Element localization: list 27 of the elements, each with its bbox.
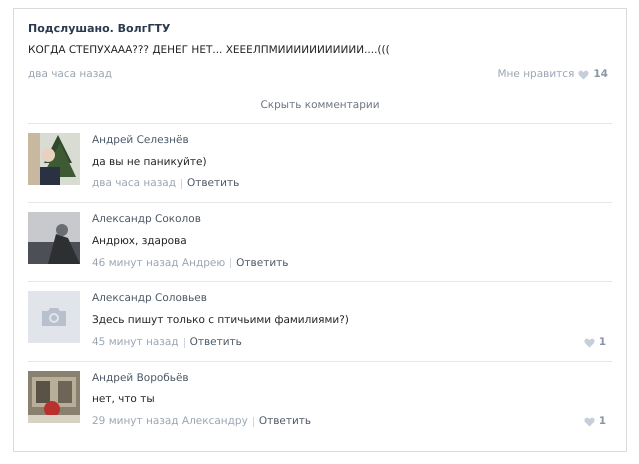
comment-time: два часа назад [92,176,176,192]
comment-text: нет, что ты [92,392,156,408]
post-author[interactable]: Подслушано. ВолгГТУ [28,21,612,38]
commenter-name[interactable]: Александр Соловьев [92,291,606,307]
commenter-name[interactable]: Андрей Селезнёв [92,132,606,148]
commenter-name[interactable]: Андрей Воробьёв [92,370,606,386]
post-time: два часа назад [28,67,112,82]
comment-time: 46 минут назад Андрею [92,256,226,270]
reply-link[interactable]: Ответить [258,414,312,430]
post-text: КОГДА СТЕПУХААА??? ДЕНЕГ НЕТ... ХЕЕЕЛПМИИИИИИИИИИИ....((( [28,42,391,58]
camera-icon [40,306,68,328]
comment-text: Андрюх, здарова [92,234,188,249]
heart-icon [578,70,590,80]
reply-link[interactable]: Ответить [236,256,288,272]
hide-comments-link[interactable]: Скрыть комментарии [260,98,380,114]
like-count: 1 [598,334,606,350]
reply-link[interactable]: Ответить [186,176,240,192]
comment-time: 45 минут назад [92,334,179,350]
comment-text: да вы не паникуйте) [92,154,208,170]
commenter-name[interactable]: Александр Соколов [92,212,606,228]
heart-icon [584,416,595,427]
like-count: 1 [598,414,606,429]
reply-link[interactable]: Ответить [190,334,242,350]
heart-icon [584,338,595,348]
comment-text: Здесь пишут только с птичьими фамилиями?) [92,313,350,328]
like-count: 14 [593,67,608,82]
comment-time: 29 минут назад Александру [92,414,248,429]
